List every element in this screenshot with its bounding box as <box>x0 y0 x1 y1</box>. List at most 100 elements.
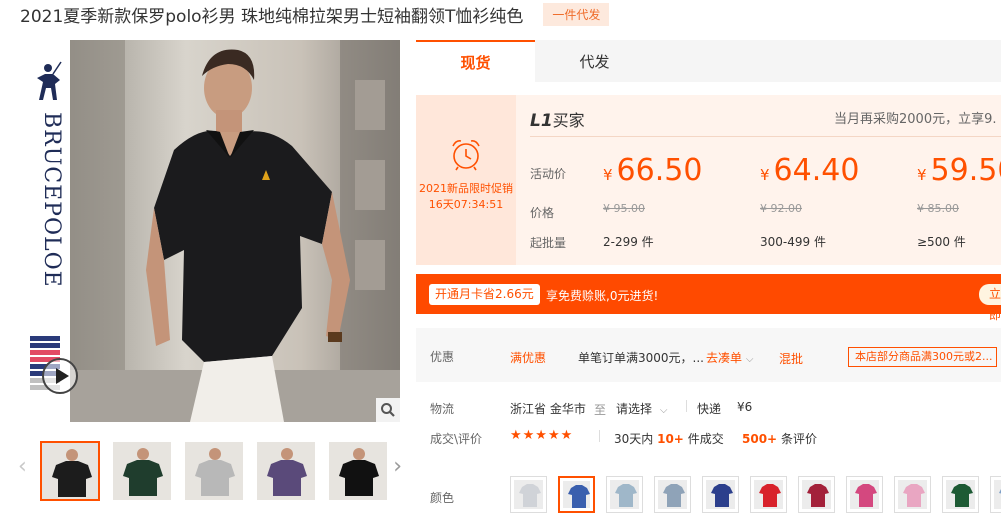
shirt-icon <box>855 484 877 507</box>
tab-in-stock[interactable]: 现货 <box>416 40 535 82</box>
thumbnail-image <box>257 442 315 500</box>
shirt-icon <box>519 484 541 507</box>
shirt-icon <box>568 485 590 508</box>
main-image[interactable]: BRUCEPOLOE <box>28 40 400 422</box>
tier-2-original-price: ¥ 92.00 <box>760 202 802 215</box>
thumbnail[interactable] <box>112 441 172 501</box>
dropship-tag[interactable]: 一件代发 <box>543 2 610 26</box>
thumbnail-image <box>42 443 98 499</box>
logistics-label: 物流 <box>430 402 455 416</box>
brand-stripe <box>30 336 60 341</box>
chevron-down-icon: ⌵ <box>659 405 668 416</box>
full-discount-link[interactable]: 满优惠 <box>510 349 546 366</box>
add-items-link[interactable]: 去凑单 ⌵ <box>706 349 753 366</box>
full-discount-text: 单笔订单满3000元，... <box>578 351 704 365</box>
chevron-down-icon: ⌵ <box>745 354 754 365</box>
monthly-card-banner: 开通月卡省2.66元 享免费赊账,0元进货! 立即 <box>416 274 1001 322</box>
title-row: 2021夏季新款保罗polo衫男 珠地纯棉拉架男士短袖翻领T恤衫纯色 一件代发 <box>20 0 610 28</box>
shirt-icon <box>807 484 829 507</box>
color-swatch[interactable] <box>846 476 883 513</box>
shirt-icon <box>903 484 925 507</box>
tier-1-original-price: ¥ 95.00 <box>603 202 645 215</box>
shipping-fee: ¥6 <box>737 400 753 414</box>
store-coupon[interactable]: 本店部分商品满300元或2... <box>848 347 998 367</box>
buyer-level-mark: L1 <box>530 111 553 131</box>
thumbnail[interactable] <box>256 441 316 501</box>
color-swatch[interactable] <box>702 476 739 513</box>
shipping-method: 快递 <box>697 402 722 416</box>
deal-stats: 30天内 10+ 件成交 <box>614 432 724 446</box>
video-play-button[interactable] <box>42 358 78 394</box>
promo-countdown: 2021新品限时促销 16天07:34:51 <box>416 95 516 265</box>
original-price-label: 价格 <box>530 206 555 220</box>
tier-3-original-price: ¥ 85.00 <box>917 202 959 215</box>
color-label: 颜色 <box>430 491 455 505</box>
tier-2-batch: 300-499 件 <box>760 235 826 249</box>
buyer-level: L1买家 <box>530 107 585 131</box>
tier-3-batch: ≥500 件 <box>917 235 966 249</box>
brand-name: BRUCEPOLOE <box>39 112 64 288</box>
thumbnail[interactable] <box>328 441 388 501</box>
rating-stars: ★★★★★ <box>510 428 574 443</box>
alarm-clock-icon <box>452 140 480 171</box>
thumbnail-strip: ‹ › <box>14 438 406 504</box>
brand-stripe <box>30 350 60 355</box>
play-icon <box>55 368 69 384</box>
tier-3-activity-price: ¥59.50 <box>917 153 1001 188</box>
promo-text: 2021新品限时促销 16天07:34:51 <box>419 181 513 213</box>
color-swatch[interactable] <box>654 476 691 513</box>
color-swatch[interactable] <box>894 476 931 513</box>
chevron-left-icon[interactable]: ‹ <box>18 456 27 478</box>
tier-1-activity-price: ¥66.50 <box>603 153 703 188</box>
purchase-mode-tabs: 现货 代发 <box>416 40 1001 82</box>
banner-action-button[interactable]: 立即 <box>979 284 1001 322</box>
chevron-right-icon[interactable]: › <box>393 456 402 478</box>
repurchase-note[interactable]: 当月再采购2000元，立享9. <box>834 108 997 127</box>
thumbnail-image <box>113 442 171 500</box>
price-panel: 2021新品限时促销 16天07:34:51 L1买家 当月再采购2000元，立… <box>416 95 1001 265</box>
thumbnail-image <box>185 442 243 500</box>
color-swatch[interactable] <box>510 476 547 513</box>
thumbnail[interactable] <box>184 441 244 501</box>
thumbnail-image <box>329 442 387 500</box>
buyer-level-suffix: 买家 <box>552 111 585 130</box>
shirt-icon <box>999 489 1001 494</box>
banner-text: 享免费赊账,0元进货! <box>546 289 659 303</box>
ship-from: 浙江省 金华市 <box>510 402 586 416</box>
ship-to-word: 至 <box>594 403 607 417</box>
batch-label: 起批量 <box>530 236 567 250</box>
color-swatch[interactable] <box>750 476 787 513</box>
product-photo <box>70 40 400 422</box>
divider <box>686 400 687 412</box>
tab-dropship[interactable]: 代发 <box>535 40 654 82</box>
tier-1-batch: 2-299 件 <box>603 235 654 249</box>
shirt-icon <box>951 484 973 507</box>
divider <box>530 136 1001 137</box>
shirt-icon <box>711 484 733 507</box>
open-monthly-card-button[interactable]: 开通月卡省2.66元 <box>429 284 540 305</box>
deals-label: 成交\评价 <box>430 432 483 446</box>
destination-select[interactable]: 请选择 ⌵ <box>616 400 667 417</box>
polo-horse-logo <box>37 61 62 100</box>
zoom-button[interactable] <box>376 398 400 422</box>
review-stats[interactable]: 500+ 条评价 <box>742 430 817 447</box>
discount-row: 优惠 满优惠 单笔订单满3000元，... 去凑单 ⌵ 混批 本店部分商品满30… <box>416 328 1001 382</box>
divider <box>599 430 600 442</box>
color-swatch[interactable] <box>942 476 979 513</box>
color-swatch[interactable] <box>558 476 595 513</box>
shirt-icon <box>663 484 685 507</box>
thumbnail[interactable] <box>40 441 100 501</box>
promo-countdown-time: 16天07:34:51 <box>428 198 504 211</box>
product-title: 2021夏季新款保罗polo衫男 珠地纯棉拉架男士短袖翻领T恤衫纯色 <box>20 6 524 27</box>
brand-stripe <box>30 343 60 348</box>
activity-price-label: 活动价 <box>530 167 567 181</box>
promo-title: 2021新品限时促销 <box>419 182 513 195</box>
zoom-icon <box>381 403 395 417</box>
discount-label: 优惠 <box>430 350 455 364</box>
color-swatch[interactable] <box>798 476 835 513</box>
color-swatch[interactable] <box>990 476 1001 513</box>
shirt-icon <box>759 484 781 507</box>
tier-2-activity-price: ¥64.40 <box>760 153 860 188</box>
mixed-batch-link[interactable]: 混批 <box>779 350 803 367</box>
color-swatch[interactable] <box>606 476 643 513</box>
